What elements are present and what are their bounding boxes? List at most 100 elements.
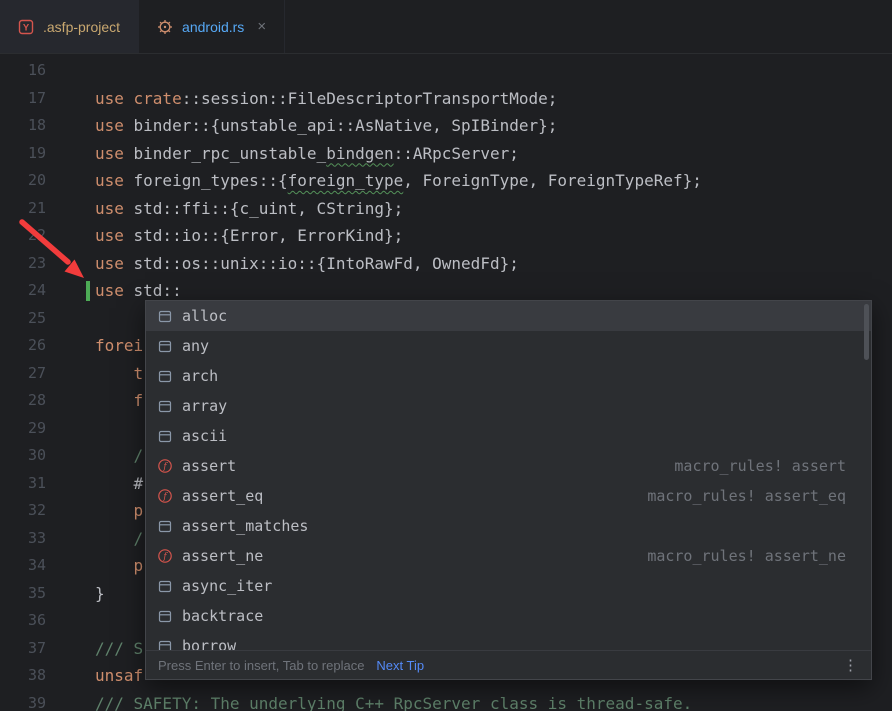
line-number[interactable]: 33	[0, 525, 46, 553]
completion-item-label: assert_matches	[182, 517, 308, 535]
code-line-23[interactable]: use std::os::unix::io::{IntoRawFd, Owned…	[95, 250, 892, 278]
line-number[interactable]: 36	[0, 607, 46, 635]
code-segment: binder_rpc_unstable_	[134, 144, 327, 163]
code-segment: use	[95, 226, 134, 245]
completion-item-label: backtrace	[182, 607, 263, 625]
line-number[interactable]: 38	[0, 662, 46, 690]
line-number[interactable]: 32	[0, 497, 46, 525]
code-line-20[interactable]: use foreign_types::{foreign_type, Foreig…	[95, 167, 892, 195]
svg-text:f: f	[162, 552, 168, 562]
completion-item-ascii[interactable]: ascii	[146, 421, 871, 451]
line-number[interactable]: 30	[0, 442, 46, 470]
completion-item-array[interactable]: array	[146, 391, 871, 421]
code-segment: use	[95, 144, 134, 163]
code-segment: /	[95, 446, 143, 465]
module-icon	[157, 308, 173, 324]
completion-item-async_iter[interactable]: async_iter	[146, 571, 871, 601]
line-number[interactable]: 22	[0, 222, 46, 250]
line-number[interactable]: 39	[0, 690, 46, 711]
code-segment: use	[95, 89, 134, 108]
tab-android-rs[interactable]: android.rs ×	[139, 0, 285, 53]
completion-list: allocanyarcharrayasciifassertmacro_rules…	[146, 301, 871, 650]
line-number[interactable]: 27	[0, 360, 46, 388]
code-segment: p	[95, 501, 143, 520]
completion-item-label: assert_ne	[182, 547, 263, 565]
line-number[interactable]: 18	[0, 112, 46, 140]
code-segment: t	[95, 364, 143, 383]
tab-label: .asfp-project	[43, 19, 120, 35]
module-icon	[157, 518, 173, 534]
vcs-added-marker	[86, 281, 90, 301]
line-number[interactable]: 20	[0, 167, 46, 195]
close-icon[interactable]: ×	[257, 19, 266, 34]
code-segment: binder::{unstable_api::AsNative, SpIBind…	[134, 116, 558, 135]
line-number[interactable]: 19	[0, 140, 46, 168]
kebab-menu-icon[interactable]: ⋮	[843, 656, 859, 674]
completion-item-borrow[interactable]: borrow	[146, 631, 871, 650]
ide-window: Y .asfp-project android.rs × 16171819202…	[0, 0, 892, 711]
macro-icon: f	[157, 458, 173, 474]
module-icon	[157, 608, 173, 624]
completion-items: allocanyarcharrayasciifassertmacro_rules…	[146, 301, 871, 650]
code-line-21[interactable]: use std::ffi::{c_uint, CString};	[95, 195, 892, 223]
completion-item-label: borrow	[182, 637, 236, 650]
rust-file-icon	[157, 19, 173, 35]
line-number[interactable]: 28	[0, 387, 46, 415]
completion-item-any[interactable]: any	[146, 331, 871, 361]
code-segment: forei	[95, 336, 143, 355]
line-number[interactable]: 16	[0, 57, 46, 85]
tab-label: android.rs	[182, 19, 244, 35]
line-number[interactable]: 24	[0, 277, 46, 305]
completion-item-label: assert	[182, 457, 236, 475]
code-line-18[interactable]: use binder::{unstable_api::AsNative, SpI…	[95, 112, 892, 140]
code-segment: foreign_types::{	[134, 171, 288, 190]
line-number[interactable]: 35	[0, 580, 46, 608]
line-number[interactable]: 23	[0, 250, 46, 278]
code-segment: crate	[134, 89, 182, 108]
completion-item-assert_matches[interactable]: assert_matches	[146, 511, 871, 541]
completion-footer: Press Enter to insert, Tab to replace Ne…	[146, 650, 871, 679]
code-line-22[interactable]: use std::io::{Error, ErrorKind};	[95, 222, 892, 250]
completion-item-alloc[interactable]: alloc	[146, 301, 871, 331]
code-segment: foreign_type	[288, 171, 404, 190]
next-tip-link[interactable]: Next Tip	[376, 658, 424, 673]
completion-hint: Press Enter to insert, Tab to replace	[158, 658, 364, 673]
module-icon	[157, 338, 173, 354]
line-number[interactable]: 21	[0, 195, 46, 223]
line-number[interactable]: 26	[0, 332, 46, 360]
completion-item-assert_ne[interactable]: fassert_nemacro_rules! assert_ne	[146, 541, 871, 571]
completion-item-arch[interactable]: arch	[146, 361, 871, 391]
line-number[interactable]: 25	[0, 305, 46, 333]
completion-item-assert_eq[interactable]: fassert_eqmacro_rules! assert_eq	[146, 481, 871, 511]
code-line-17[interactable]: use crate::session::FileDescriptorTransp…	[95, 85, 892, 113]
code-segment: std::ffi::{c_uint, CString};	[134, 199, 404, 218]
line-number[interactable]: 37	[0, 635, 46, 663]
code-segment: use	[95, 171, 134, 190]
code-segment: ::session::FileDescriptorTransportMode;	[182, 89, 558, 108]
svg-text:f: f	[162, 462, 168, 472]
line-number[interactable]: 29	[0, 415, 46, 443]
tab-asfp-project[interactable]: Y .asfp-project	[0, 0, 139, 53]
code-segment: /// SAFETY: The underlying C++ RpcServer…	[95, 694, 692, 711]
completion-popup: allocanyarcharrayasciifassertmacro_rules…	[145, 300, 872, 680]
completion-item-backtrace[interactable]: backtrace	[146, 601, 871, 631]
code-line-16[interactable]	[95, 57, 892, 85]
popup-scrollbar[interactable]	[864, 304, 869, 360]
line-number[interactable]: 31	[0, 470, 46, 498]
code-segment: /	[95, 529, 143, 548]
y-file-icon: Y	[18, 19, 34, 35]
module-icon	[157, 368, 173, 384]
code-line-19[interactable]: use binder_rpc_unstable_bindgen::ARpcSer…	[95, 140, 892, 168]
code-segment: std::io::{Error, ErrorKind};	[134, 226, 404, 245]
line-number[interactable]: 34	[0, 552, 46, 580]
line-number[interactable]: 17	[0, 85, 46, 113]
code-line-39[interactable]: /// SAFETY: The underlying C++ RpcServer…	[95, 690, 892, 711]
code-segment: , ForeignType, ForeignTypeRef};	[403, 171, 702, 190]
macro-icon: f	[157, 488, 173, 504]
gutter: 1617181920212223242526272829303132333435…	[0, 55, 95, 711]
module-icon	[157, 638, 173, 650]
completion-item-assert[interactable]: f assert macro_rules! assert	[146, 451, 871, 481]
code-segment: std::	[134, 281, 182, 300]
code-segment: f	[95, 391, 143, 410]
completion-item-tail: macro_rules! assert	[674, 457, 860, 475]
